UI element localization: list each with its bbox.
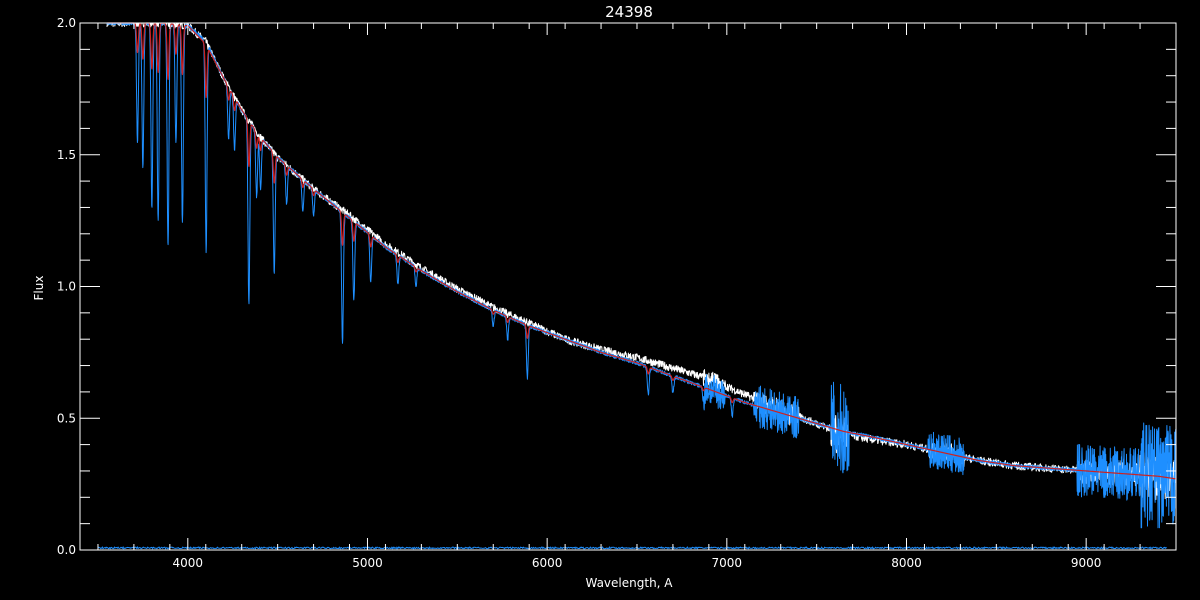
spectrum-chart: 24398 4000 5000 6000 7000 8000 9000 0.0 0.5 1.0 1… — [0, 0, 1200, 600]
chart-background — [0, 0, 1200, 600]
x-tick-label: 4000 — [173, 556, 204, 570]
x-tick-label: 9000 — [1071, 556, 1102, 570]
x-axis-title: Wavelength, A — [585, 576, 673, 590]
y-tick-label: 1.5 — [57, 148, 76, 162]
x-tick-label: 6000 — [532, 556, 563, 570]
chart-title: 24398 — [605, 3, 653, 21]
y-tick-label: 0.5 — [57, 411, 76, 425]
y-axis-title: Flux — [32, 276, 46, 301]
y-tick-label: 2.0 — [57, 16, 76, 30]
x-tick-label: 5000 — [352, 556, 383, 570]
y-tick-label: 0.0 — [57, 543, 76, 557]
x-tick-label: 8000 — [891, 556, 922, 570]
x-tick-label: 7000 — [712, 556, 743, 570]
y-tick-label: 1.0 — [57, 280, 76, 294]
